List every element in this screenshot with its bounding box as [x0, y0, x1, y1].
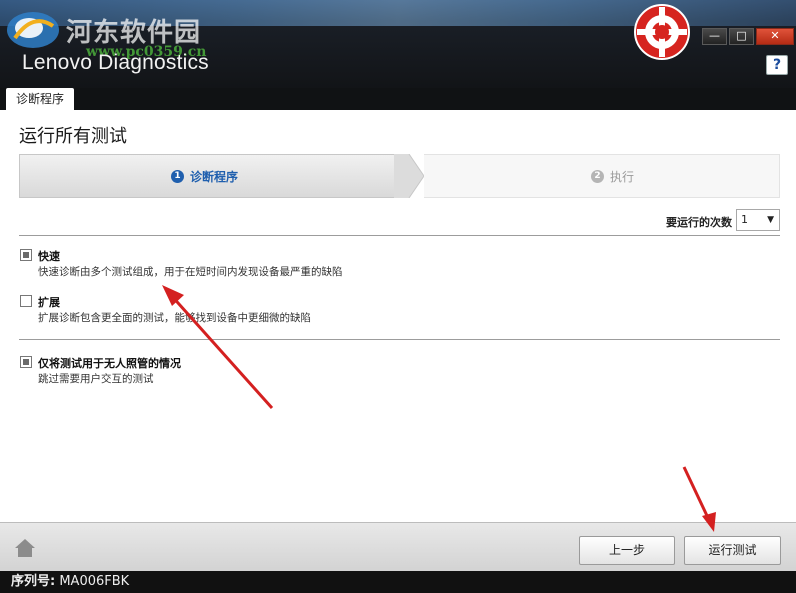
divider — [19, 339, 780, 340]
run-count-label: 要运行的次数 — [666, 216, 732, 229]
main-panel: 运行所有测试 1 诊断程序 2 执行 要运行的次数 1 ▼ 快速 快速诊断由多个… — [0, 110, 796, 522]
extended-checkbox[interactable] — [20, 295, 32, 307]
run-tests-button[interactable]: 运行测试 — [684, 536, 781, 565]
minimize-button[interactable]: — — [702, 28, 727, 45]
option-title: 扩展 — [38, 296, 60, 309]
run-count-value: 1 — [741, 213, 748, 226]
previous-button[interactable]: 上一步 — [579, 536, 675, 565]
close-button[interactable]: ✕ — [756, 28, 794, 45]
step-number-badge: 1 — [171, 170, 184, 183]
run-count-select[interactable]: 1 ▼ — [736, 209, 780, 231]
serial-number-value: MA006FBK — [59, 574, 130, 589]
option-description: 快速诊断由多个测试组成，用于在短时间内发现设备最严重的缺陷 — [38, 266, 343, 278]
option-title: 快速 — [38, 250, 60, 263]
footer-bar: 上一步 运行测试 — [0, 522, 796, 571]
app-title: Lenovo Diagnostics — [22, 51, 209, 74]
runs-row: 要运行的次数 1 ▼ — [19, 206, 780, 236]
help-icon[interactable]: ? — [766, 55, 788, 75]
status-bar: 序列号: MA006FBK — [0, 571, 796, 593]
tab-strip: 诊断程序 — [0, 88, 796, 110]
wizard-step-arrow — [394, 154, 424, 198]
title-bar: 河东软件园 www.pc0359.cn Lenovo Diagnostics —… — [0, 0, 796, 88]
option-title: 仅将测试用于无人照管的情况 — [38, 357, 181, 370]
wizard-step-2-label: 2 执行 — [591, 168, 634, 185]
maximize-button[interactable]: □ — [729, 28, 754, 45]
step-label-text: 诊断程序 — [190, 170, 239, 184]
serial-number-label: 序列号: — [11, 574, 56, 589]
home-icon[interactable] — [14, 538, 36, 558]
watermark-logo-icon — [7, 12, 59, 48]
page-title: 运行所有测试 — [19, 126, 127, 147]
chevron-down-icon: ▼ — [767, 215, 774, 225]
quick-checkbox[interactable] — [20, 249, 32, 261]
option-description: 扩展诊断包含更全面的测试，能够找到设备中更细微的缺陷 — [38, 312, 311, 324]
wizard-step-1-label: 1 诊断程序 — [171, 168, 238, 185]
option-description: 跳过需要用户交互的测试 — [38, 373, 154, 385]
lifesaver-logo-icon — [634, 4, 690, 60]
tab-diagnostics[interactable]: 诊断程序 — [6, 88, 74, 110]
step-number-badge: 2 — [591, 170, 604, 183]
unattended-checkbox[interactable] — [20, 356, 32, 368]
wizard-steps: 1 诊断程序 2 执行 — [19, 154, 780, 198]
step-label-text: 执行 — [610, 170, 635, 184]
